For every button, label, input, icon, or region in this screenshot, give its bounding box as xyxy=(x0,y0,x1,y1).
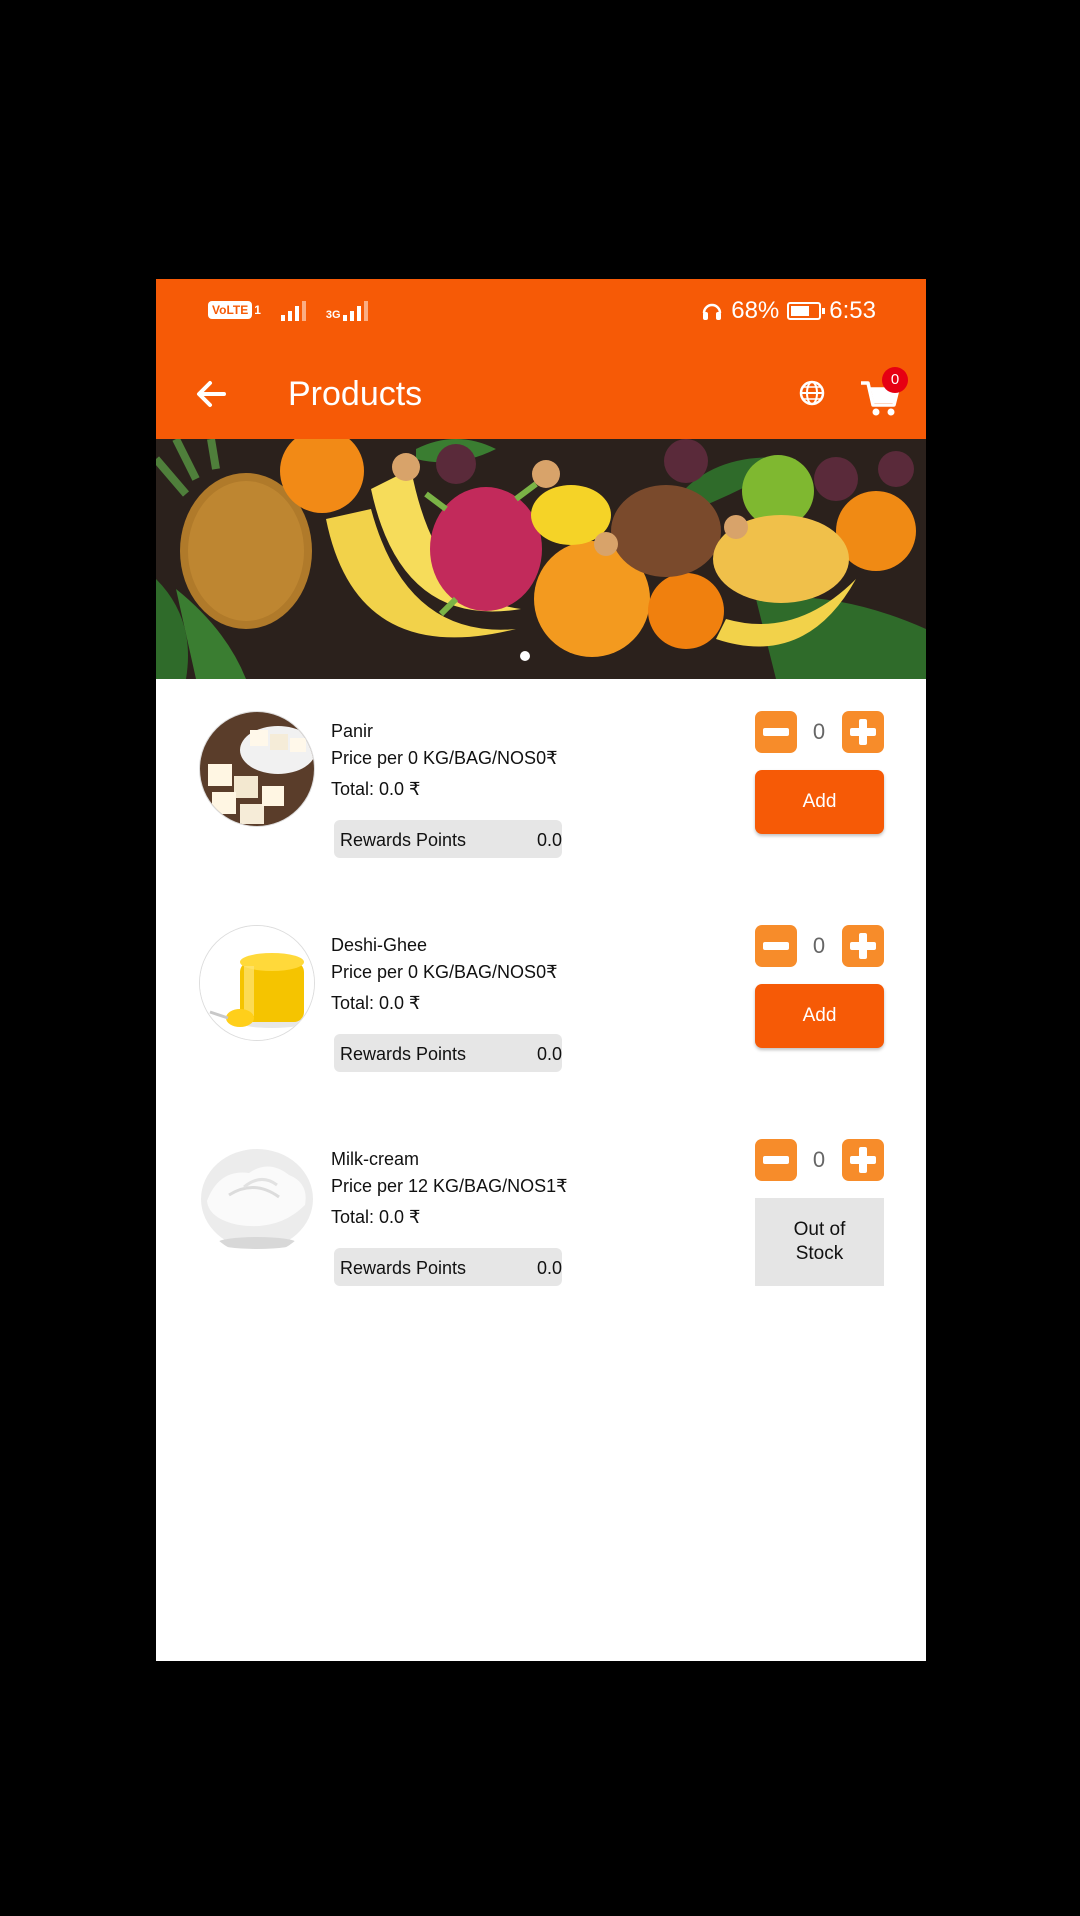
rewards-points-label: Rewards Points xyxy=(340,1044,467,1064)
quantity-value: 0 xyxy=(812,933,826,958)
product-total: Total: 0.0 ₹ xyxy=(331,779,421,799)
quantity-value: 0 xyxy=(812,1147,826,1172)
banner-carousel[interactable] xyxy=(156,439,926,679)
clock: 6:53 xyxy=(829,297,876,324)
product-total: Total: 0.0 ₹ xyxy=(331,993,421,1013)
product-name: Milk-cream xyxy=(331,1149,419,1169)
product-name: Panir xyxy=(331,721,374,741)
status-right: 68% 6:53 xyxy=(701,297,876,325)
status-bar: VoLTE 1 3G 68% 6:53 xyxy=(156,279,926,349)
volte-indicator: VoLTE 1 xyxy=(208,301,261,319)
signal-strength-icon xyxy=(280,299,306,321)
product-item: Panir Price per 0 KG/BAG/NOS0₹ Total: 0.… xyxy=(156,679,926,879)
sim-number: 1 xyxy=(254,303,261,317)
app-bar: Products 0 xyxy=(156,349,926,439)
network-type-label: 3G xyxy=(325,309,341,321)
product-price: Price per 12 KG/BAG/NOS1₹ xyxy=(331,1176,568,1196)
signal-strength-2-icon xyxy=(342,299,368,321)
product-image-deshi-ghee xyxy=(199,925,315,1041)
fruits-banner-image xyxy=(156,439,926,679)
cream-bowl-icon xyxy=(199,1139,315,1255)
app-screen: VoLTE 1 3G 68% 6:53 Products 0 Panir Pri… xyxy=(156,279,926,1661)
product-item: Milk-cream Price per 12 KG/BAG/NOS1₹ Tot… xyxy=(156,1107,926,1307)
product-image-milk-cream xyxy=(199,1139,315,1255)
add-button[interactable]: Add xyxy=(755,984,884,1048)
rewards-points-label: Rewards Points xyxy=(340,830,467,850)
status-left: VoLTE 1 3G xyxy=(208,299,368,321)
battery-percent: 68% xyxy=(731,297,780,324)
cart-count-badge: 0 xyxy=(882,367,908,393)
decrease-quantity-button[interactable] xyxy=(755,1139,797,1181)
product-price: Price per 0 KG/BAG/NOS0₹ xyxy=(331,962,558,982)
paneer-icon xyxy=(200,712,314,826)
page-title: Products xyxy=(288,375,423,413)
rewards-points-value: 0.0 xyxy=(536,830,562,850)
rewards-points-value: 0.0 xyxy=(536,1258,562,1278)
globe-icon[interactable] xyxy=(798,379,826,407)
out-of-stock-line-2: Stock xyxy=(795,1243,844,1264)
add-button[interactable]: Add xyxy=(755,770,884,834)
increase-quantity-button[interactable] xyxy=(842,711,884,753)
product-item: Deshi-Ghee Price per 0 KG/BAG/NOS0₹ Tota… xyxy=(156,893,926,1093)
rewards-points-box: Rewards Points 0.0 xyxy=(334,820,562,858)
product-total: Total: 0.0 ₹ xyxy=(331,1207,421,1227)
mobile-data-indicator: 3G xyxy=(326,299,368,321)
product-name: Deshi-Ghee xyxy=(331,935,428,955)
out-of-stock-button: Out of Stock xyxy=(755,1198,884,1286)
quantity-value: 0 xyxy=(812,719,826,744)
decrease-quantity-button[interactable] xyxy=(755,925,797,967)
rewards-points-box: Rewards Points 0.0 xyxy=(334,1248,562,1286)
decrease-quantity-button[interactable] xyxy=(755,711,797,753)
increase-quantity-button[interactable] xyxy=(842,925,884,967)
rewards-points-box: Rewards Points 0.0 xyxy=(334,1034,562,1072)
ghee-jar-icon xyxy=(200,926,314,1040)
carousel-indicator-dot[interactable] xyxy=(520,651,530,661)
increase-quantity-button[interactable] xyxy=(842,1139,884,1181)
product-image-panir xyxy=(199,711,315,827)
headset-icon xyxy=(702,303,722,320)
product-price: Price per 0 KG/BAG/NOS0₹ xyxy=(331,748,558,768)
volte-icon: VoLTE xyxy=(208,301,253,319)
out-of-stock-line-1: Out of xyxy=(793,1219,846,1240)
battery-icon xyxy=(787,302,826,320)
rewards-points-value: 0.0 xyxy=(536,1044,562,1064)
arrow-left-icon[interactable] xyxy=(190,373,232,415)
rewards-points-label: Rewards Points xyxy=(340,1258,467,1278)
